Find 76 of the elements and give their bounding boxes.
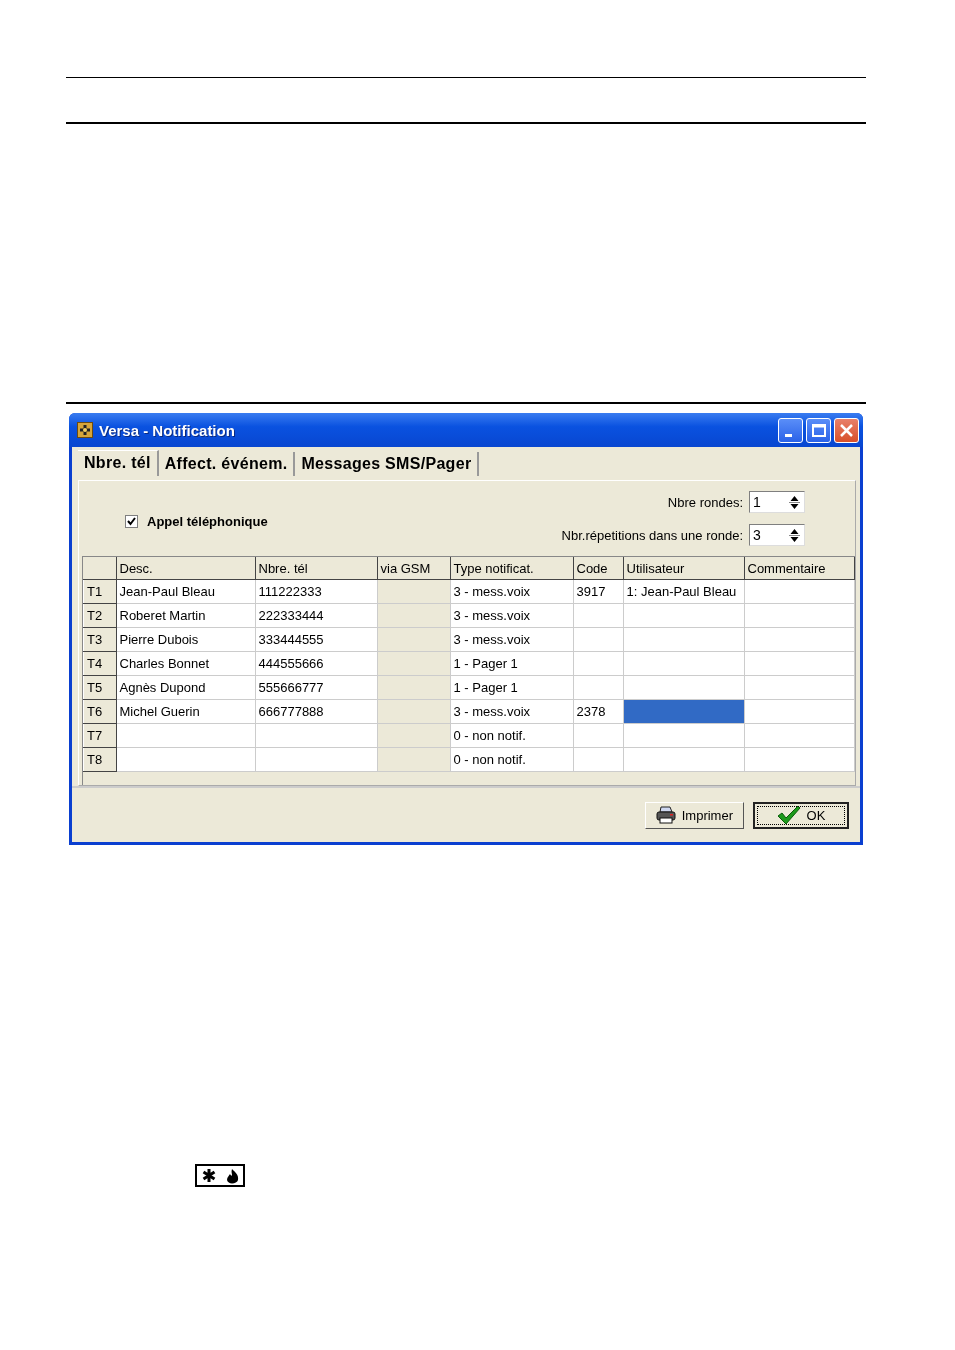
table-cell[interactable]: Agnès Dupond (116, 675, 255, 700)
table-cell[interactable] (116, 723, 255, 748)
minimize-icon (785, 433, 792, 437)
table-cell[interactable] (623, 675, 744, 700)
close-button[interactable] (834, 417, 859, 443)
column-header[interactable]: Commentaire (744, 557, 854, 580)
table-cell[interactable] (623, 627, 744, 652)
table-cell[interactable] (623, 723, 744, 748)
column-header[interactable]: Utilisateur (623, 557, 744, 580)
maximize-button[interactable] (806, 417, 831, 443)
table-cell[interactable]: 3 - mess.voix (450, 579, 573, 604)
table-cell[interactable]: 222333444 (255, 603, 377, 628)
table-cell[interactable] (744, 723, 854, 748)
row-header[interactable]: T8 (83, 747, 116, 772)
ok-button[interactable]: OK (753, 801, 849, 829)
table-cell[interactable]: 333444555 (255, 627, 377, 652)
table-cell[interactable] (744, 627, 854, 652)
table-cell[interactable] (744, 579, 854, 604)
table-cell[interactable] (744, 651, 854, 676)
table-cell[interactable] (623, 651, 744, 676)
table-cell[interactable]: 3 - mess.voix (450, 603, 573, 628)
field-label: Nbr.répetitions dans une ronde: (561, 527, 743, 543)
tab[interactable]: Nbre. tél (78, 450, 159, 476)
table-cell[interactable] (255, 747, 377, 772)
checkmark-icon (776, 805, 801, 825)
row-header[interactable]: T2 (83, 603, 116, 628)
table-cell[interactable] (744, 747, 854, 772)
row-header[interactable]: T3 (83, 627, 116, 652)
spin-arrows-icon[interactable] (788, 493, 801, 511)
table-cell[interactable]: Jean-Paul Bleau (116, 579, 255, 604)
table-cell[interactable]: Charles Bonnet (116, 651, 255, 676)
table-cell[interactable] (744, 675, 854, 700)
table-cell[interactable]: 1 - Pager 1 (450, 675, 573, 700)
maximize-icon (811, 423, 826, 437)
window-title: Versa - Notification (99, 421, 236, 439)
table-cell[interactable]: 3 - mess.voix (450, 627, 573, 652)
table-cell[interactable] (623, 747, 744, 772)
checkbox[interactable] (125, 515, 138, 528)
table-cell[interactable]: Pierre Dubois (116, 627, 255, 652)
table-cell[interactable]: 111222333 (255, 579, 377, 604)
table-cell[interactable]: 555666777 (255, 675, 377, 700)
app-icon (77, 422, 93, 438)
row-header[interactable]: T4 (83, 651, 116, 676)
print-button[interactable]: Imprimer (644, 801, 744, 829)
table-cell[interactable]: Michel Guerin (116, 699, 255, 724)
row-header[interactable]: T1 (83, 579, 116, 604)
table-cell[interactable] (255, 723, 377, 748)
row-header[interactable]: T6 (83, 699, 116, 724)
spin-arrows-icon[interactable] (788, 526, 801, 544)
field-label: Nbre rondes: (667, 494, 743, 510)
close-icon (840, 423, 853, 437)
table-cell[interactable] (623, 699, 744, 724)
spin-field[interactable]: 1 (749, 491, 805, 513)
keypad-key-icon (195, 1164, 247, 1188)
table-cell[interactable]: 3 - mess.voix (450, 699, 573, 724)
column-header[interactable]: Code (573, 557, 623, 580)
column-header[interactable]: Type notificat. (450, 557, 573, 580)
column-header[interactable]: Desc. (116, 557, 255, 580)
printer-icon (655, 806, 676, 824)
table-cell[interactable]: 1: Jean-Paul Bleau (623, 579, 744, 604)
table-cell[interactable]: 666777888 (255, 699, 377, 724)
table-cell[interactable]: 1 - Pager 1 (450, 651, 573, 676)
checkbox-label: Appel téléphonique (147, 514, 268, 529)
row-header[interactable]: T5 (83, 675, 116, 700)
table-cell[interactable] (116, 747, 255, 772)
row-header[interactable]: T7 (83, 723, 116, 748)
table-cell[interactable]: 0 - non notif. (450, 747, 573, 772)
table-cell[interactable]: 444555666 (255, 651, 377, 676)
table-cell[interactable] (623, 603, 744, 628)
spin-field[interactable]: 3 (749, 524, 805, 546)
table-cell[interactable] (744, 699, 854, 724)
table-cell[interactable]: Roberet Martin (116, 603, 255, 628)
column-header[interactable]: Nbre. tél (255, 557, 377, 580)
table-cell[interactable]: 0 - non notif. (450, 723, 573, 748)
minimize-button[interactable] (778, 417, 803, 443)
table-cell[interactable] (744, 603, 854, 628)
